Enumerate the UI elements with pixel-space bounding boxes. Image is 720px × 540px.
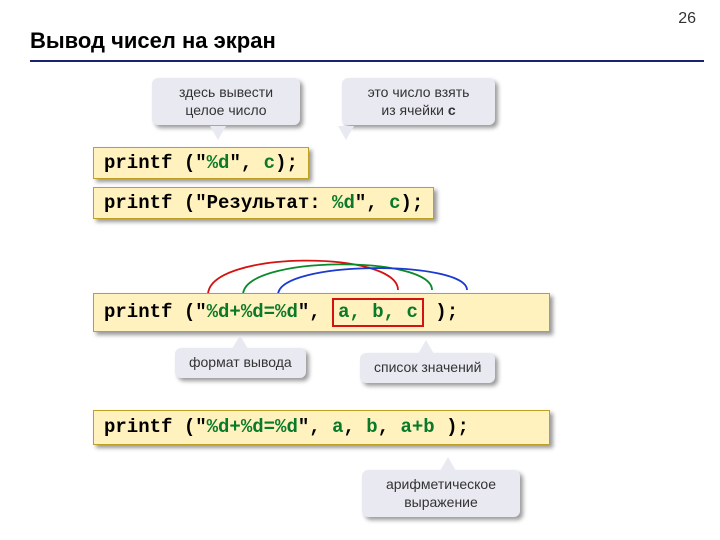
code-line-4: printf ("%d+%d=%d", a, b, a+b );	[93, 410, 550, 445]
code-values-box: a, b, c	[332, 298, 424, 327]
code-text: );	[435, 416, 469, 438]
code-var: c	[264, 152, 275, 174]
code-text: ",	[298, 416, 332, 438]
code-line-2: printf ("Результат: %d", c);	[93, 187, 434, 219]
callout-tail-icon	[418, 340, 434, 354]
title-underline	[30, 60, 704, 62]
callout-from-cell: это число взять из ячейки c	[342, 78, 495, 125]
callout-tail-icon	[338, 126, 354, 140]
code-format: %d	[332, 192, 355, 214]
callout-text: здесь вывести целое число	[179, 84, 273, 118]
code-text: );	[275, 152, 298, 174]
code-expr: a+b	[401, 416, 435, 438]
code-format: %d+%d=%d	[207, 301, 298, 323]
code-format: %d	[207, 152, 230, 174]
callout-format: формат вывода	[175, 348, 306, 378]
callout-tail-icon	[232, 335, 248, 349]
page-number: 26	[678, 10, 696, 28]
code-text: ,	[343, 416, 366, 438]
code-text: ",	[355, 192, 389, 214]
callout-text: арифметическое выражение	[386, 476, 496, 510]
page-title: Вывод чисел на экран	[30, 28, 276, 54]
code-text: printf ("	[104, 416, 207, 438]
code-text: printf ("	[104, 152, 207, 174]
code-var: c	[389, 192, 400, 214]
callout-text: список значений	[374, 359, 481, 375]
code-text: );	[424, 301, 458, 323]
code-text: printf ("	[104, 301, 207, 323]
code-text: ",	[229, 152, 263, 174]
code-line-1: printf ("%d", c);	[93, 147, 309, 179]
code-var: b	[366, 416, 377, 438]
callout-output-integer: здесь вывести целое число	[152, 78, 300, 125]
code-text: ,	[378, 416, 401, 438]
connector-arcs	[90, 235, 550, 300]
callout-values-list: список значений	[360, 353, 495, 383]
callout-tail-icon	[440, 457, 456, 471]
callout-text: формат вывода	[189, 354, 292, 370]
callout-bold: c	[448, 102, 456, 118]
code-line-3: printf ("%d+%d=%d", a, b, c );	[93, 293, 550, 332]
code-text: ",	[298, 301, 332, 323]
callout-arith-expr: арифметическое выражение	[362, 470, 520, 517]
code-text: );	[400, 192, 423, 214]
callout-tail-icon	[210, 126, 226, 140]
code-var: a	[332, 416, 343, 438]
code-text: printf ("Результат:	[104, 192, 332, 214]
code-format: %d+%d=%d	[207, 416, 298, 438]
